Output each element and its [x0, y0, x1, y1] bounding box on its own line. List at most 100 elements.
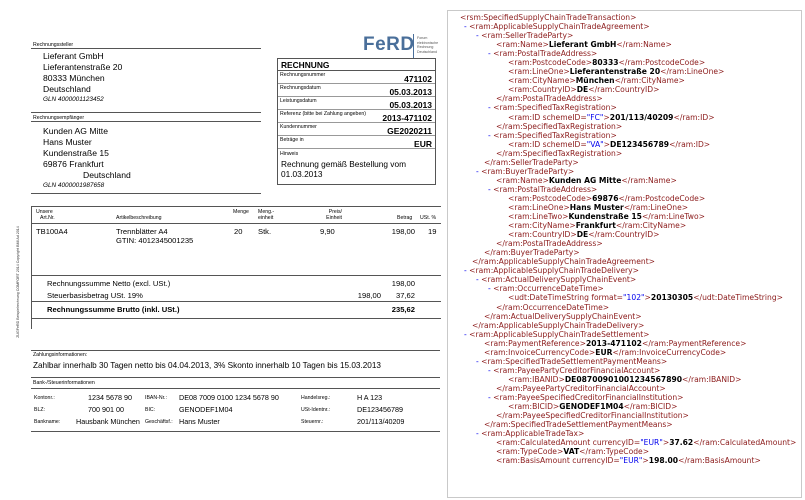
col-art-nr: Unsere Art.Nr.	[36, 209, 55, 221]
xml-close-tag: </ram:CountryID>	[588, 230, 660, 240]
xml-text-value: Lieferantenstraße 20	[569, 67, 661, 77]
invoice-info-box: RECHNUNG Rechnungsnummer 471102 Rechnung…	[277, 58, 436, 185]
xml-tag: <ram:PayeePartyCreditorFinancialAccount>	[493, 365, 661, 375]
xml-line: <udt:DateTimeString format="102">2013030…	[452, 293, 801, 302]
xml-close-tag: </ram:CalculatedAmount>	[693, 438, 797, 448]
xml-tag: <ram:SpecifiedTradeSettlementPaymentMean…	[481, 356, 668, 366]
xml-close-tag: </ram:InvoiceCurrencyCode>	[612, 347, 727, 357]
xml-open-tag: <ram:PaymentReference>	[484, 338, 586, 348]
xml-tag: <ram:OccurrenceDateTime>	[493, 284, 604, 294]
xml-tag: <ram:PostalTradeAddress>	[493, 49, 598, 59]
xml-close-tag: </ram:CountryID>	[588, 85, 660, 95]
xml-text-value: EUR	[595, 347, 613, 357]
xml-line: </ram:PayeePartyCreditorFinancialAccount…	[452, 384, 801, 393]
xml-line: </ram:OccurrenceDateTime>	[452, 303, 801, 312]
xml-open-tag: <ram:IBANID>	[508, 374, 565, 384]
xml-line: - <ram:BuyerTradeParty>	[452, 167, 801, 176]
xml-open-tag: <ram:ID	[508, 139, 543, 149]
xml-tag: <ram:BuyerTradeParty>	[481, 166, 575, 176]
xml-open-tag: <ram:LineTwo>	[508, 212, 569, 222]
xml-line: - <ram:OccurrenceDateTime>	[452, 284, 801, 293]
xml-open-tag: <ram:CityName>	[508, 221, 576, 231]
xml-line: - <ram:PostalTradeAddress>	[452, 185, 801, 194]
xml-attr-value: "102"	[623, 293, 645, 303]
xml-text-value: GENODEF1M04	[559, 402, 624, 412]
logo-text: FeRD	[363, 34, 415, 55]
xml-line: - <ram:ApplicableSupplyChainTradeAgreeme…	[452, 22, 801, 31]
xml-close-tag: </ram:TypeCode>	[579, 447, 650, 457]
xml-line: <rsm:SpecifiedSupplyChainTradeTransactio…	[452, 13, 801, 22]
xml-attr-name: currencyID=	[592, 438, 641, 448]
xml-tag: </ram:SpecifiedTaxRegistration>	[496, 121, 623, 131]
xml-line: <ram:PaymentReference>2013-471102</ram:P…	[452, 339, 801, 348]
xml-text-value: DE	[576, 230, 589, 240]
xml-tag: <rsm:SpecifiedSupplyChainTradeTransactio…	[460, 13, 637, 22]
xml-line: - <ram:ActualDeliverySupplyChainEvent>	[452, 275, 801, 284]
seller-gln: GLN 4000001123452	[43, 96, 104, 103]
delivery-date: 05.03.2013	[389, 100, 432, 110]
xml-tag: </ram:SpecifiedTradeSettlementPaymentMea…	[484, 420, 673, 430]
xml-tag: <ram:ApplicableSupplyChainTradeDelivery>	[469, 266, 639, 276]
col-description: Artikelbeschreibung	[116, 215, 162, 221]
xml-line: <ram:Name>Kunden AG Mitte</ram:Name>	[452, 176, 801, 185]
xml-open-tag: <ram:LineOne>	[508, 67, 570, 77]
xml-close-tag: </ram:LineOne>	[623, 202, 689, 212]
xml-text-value: 201/113/40209	[609, 112, 674, 122]
xml-line: - <ram:ApplicableSupplyChainTradeSettlem…	[452, 330, 801, 339]
xml-text-value: DE	[576, 85, 589, 95]
xml-tag: <ram:ApplicableTradeTax>	[481, 429, 585, 439]
invoice-date: 05.03.2013	[389, 87, 432, 97]
xml-close-tag: </ram:CityName>	[614, 76, 685, 86]
xml-line: <ram:LineOne>Lieferantenstraße 20</ram:L…	[452, 67, 801, 76]
xml-line: <ram:ID schemeID="VA">DE123456789</ram:I…	[452, 140, 801, 149]
xml-open-tag: <ram:BasisAmount	[496, 456, 573, 466]
col-quantity: Menge	[233, 209, 249, 215]
buyer-gln: GLN 4000001987658	[43, 182, 105, 189]
xml-line: <ram:PostcodeCode>69876</ram:PostcodeCod…	[452, 194, 801, 203]
xml-line: - <ram:SpecifiedTaxRegistration>	[452, 103, 801, 112]
xml-open-tag: <ram:BICID>	[508, 402, 560, 412]
xml-open-tag: <ram:TypeCode>	[496, 447, 564, 457]
xml-open-tag: <ram:Name>	[496, 175, 549, 185]
xml-attr-name: schemeID=	[542, 139, 587, 149]
xml-close-tag: </ram:ID>	[673, 112, 715, 122]
xml-line: </ram:PostalTradeAddress>	[452, 94, 801, 103]
payment-label: Zahlungsinformationen:	[33, 352, 88, 358]
xml-line: </ram:SellerTradeParty>	[452, 158, 801, 167]
xml-line: <ram:TypeCode>VAT</ram:TypeCode>	[452, 447, 801, 456]
col-vat: USt. %	[420, 215, 437, 221]
xml-open-tag: <ram:CalculatedAmount	[496, 438, 593, 448]
invoice-number: 471102	[404, 74, 432, 84]
col-price: Preis/ Einheit	[326, 209, 342, 221]
xml-text-value: Frankfurt	[575, 221, 616, 231]
bank-info: Kontonr.: 1234 5678 90 IBAN-Nr.: DE08 70…	[34, 393, 405, 426]
ferd-logo: FeRD Forum elektronische Rechnung Deutsc…	[363, 32, 443, 60]
bank-label: Bank-/Steuerinformationen	[33, 380, 95, 386]
side-copyright-text: ZUGFeRD Beispielrechnung COMFORT 2014 Co…	[16, 226, 20, 338]
xml-line: </ram:ApplicableSupplyChainTradeAgreemen…	[452, 257, 801, 266]
xml-line: <ram:CountryID>DE</ram:CountryID>	[452, 85, 801, 94]
xml-tree-panel[interactable]: <rsm:SpecifiedSupplyChainTradeTransactio…	[447, 10, 802, 498]
xml-tag: </ram:PostalTradeAddress>	[496, 239, 603, 249]
xml-attr-value: "VA"	[586, 139, 604, 149]
xml-open-tag: <ram:InvoiceCurrencyCode>	[484, 347, 596, 357]
xml-text-value: München	[575, 76, 615, 86]
xml-open-tag: <ram:Name>	[496, 40, 549, 50]
xml-close-tag: </ram:CityName>	[615, 221, 687, 231]
xml-open-tag: <ram:LineOne>	[508, 202, 570, 212]
xml-close-tag: </ram:LineOne>	[660, 67, 725, 77]
xml-text-value: VAT	[563, 447, 580, 457]
note-label: Hinweis	[280, 151, 299, 157]
xml-open-tag: <ram:CityName>	[508, 76, 576, 86]
xml-line: <ram:LineTwo>Kundenstraße 15</ram:LineTw…	[452, 212, 801, 221]
col-amount: Betrag	[397, 215, 413, 221]
xml-line: - <ram:ApplicableTradeTax>	[452, 429, 801, 438]
xml-close-tag: </ram:PostcodeCode>	[618, 193, 706, 203]
payment-reference: 2013-471102	[382, 113, 432, 123]
xml-line: <ram:IBANID>DE08700901001234567890</ram:…	[452, 375, 801, 384]
xml-open-tag: <ram:ID	[508, 112, 543, 122]
xml-tag: <ram:ActualDeliverySupplyChainEvent>	[481, 275, 637, 285]
xml-tag: </ram:OccurrenceDateTime>	[496, 302, 610, 312]
xml-open-tag: <ram:PostcodeCode>	[508, 58, 593, 68]
xml-tag: </ram:ApplicableSupplyChainTradeDelivery…	[472, 320, 645, 330]
